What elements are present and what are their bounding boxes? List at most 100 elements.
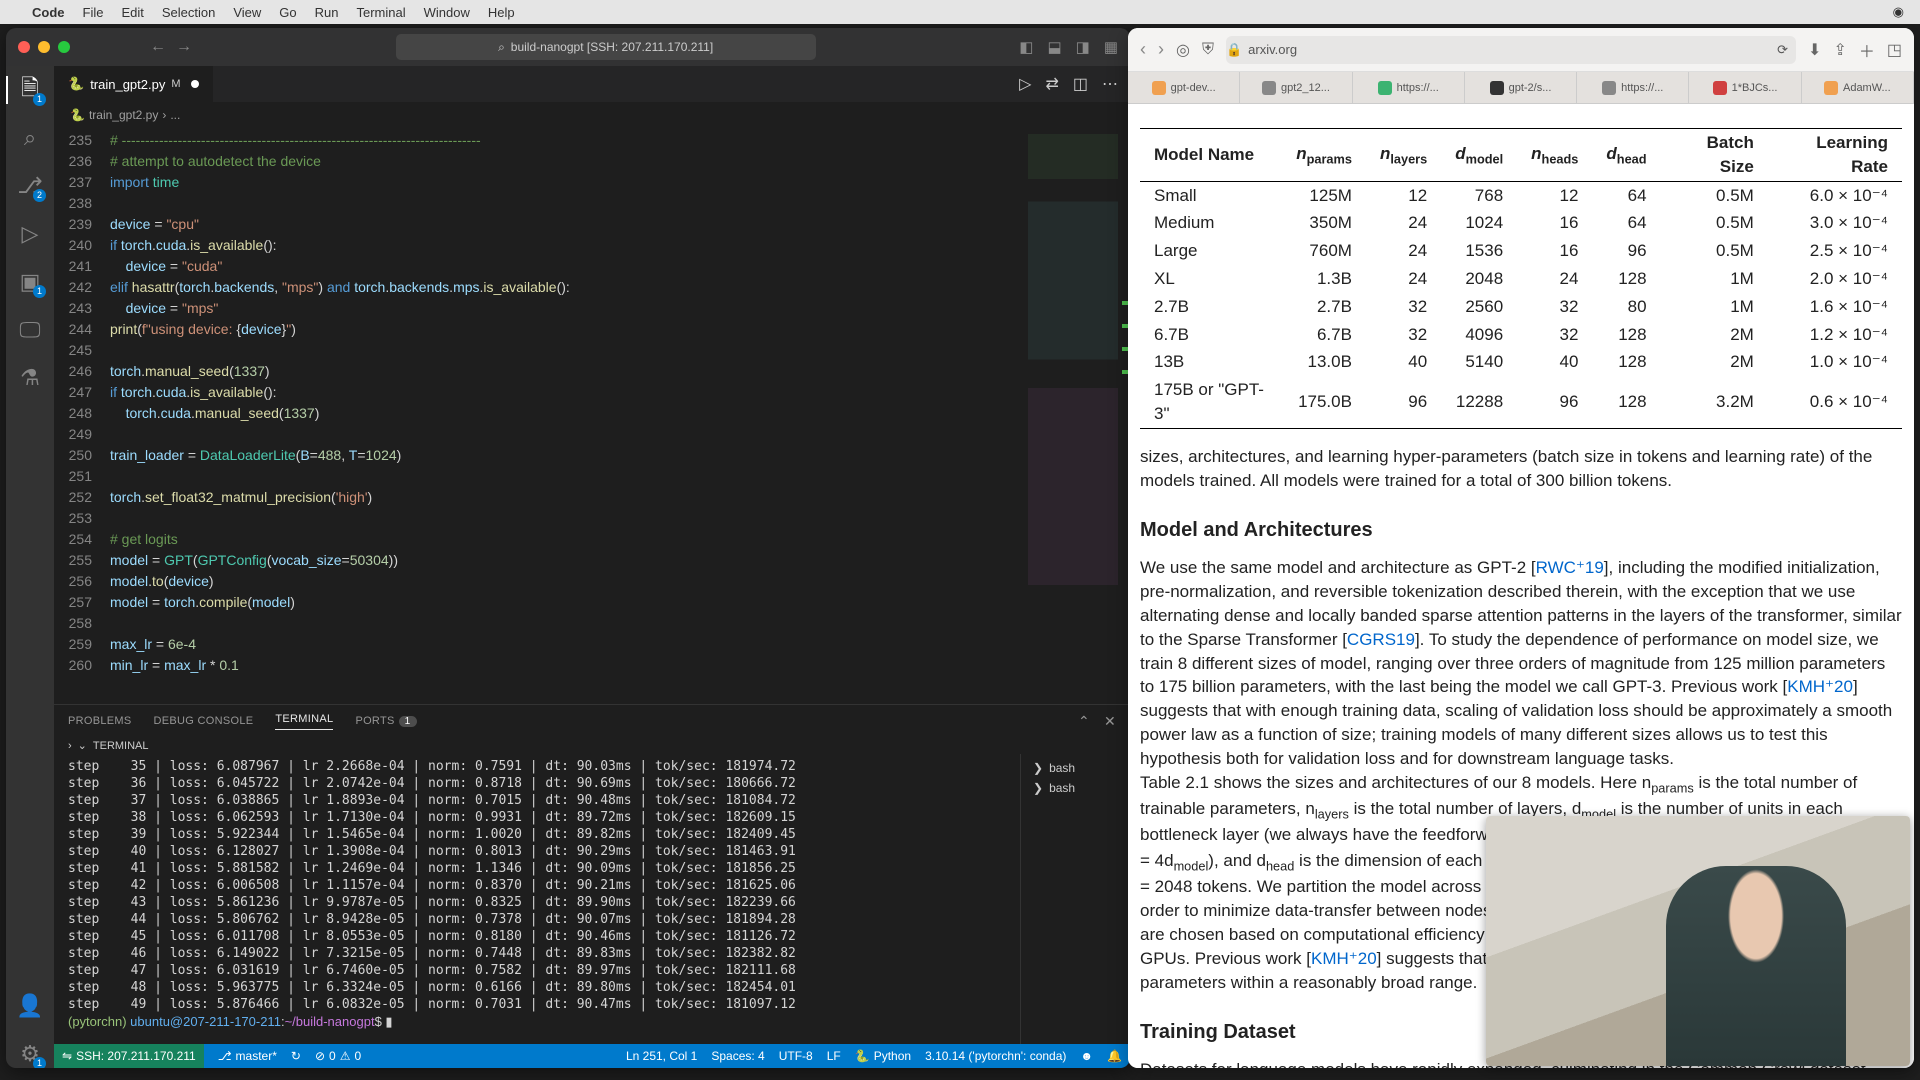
- remote-explorer-icon[interactable]: 🖵: [16, 316, 44, 344]
- split-compare-icon[interactable]: ⇄: [1045, 74, 1058, 94]
- window-minimize-button[interactable]: [38, 41, 50, 53]
- safari-tab[interactable]: https://...: [1577, 72, 1689, 103]
- split-editor-icon[interactable]: ◫: [1073, 74, 1088, 94]
- status-bell-icon[interactable]: 🔔: [1107, 1049, 1122, 1063]
- terminal-item-bash-1[interactable]: ❯bash: [1029, 758, 1122, 778]
- menu-selection[interactable]: Selection: [162, 5, 215, 20]
- settings-gear-icon[interactable]: ⚙1: [16, 1040, 44, 1068]
- safari-tab[interactable]: https://...: [1353, 72, 1465, 103]
- command-center[interactable]: ⌕ build-nanogpt [SSH: 207.211.170.211]: [396, 34, 816, 60]
- minimap[interactable]: [1020, 128, 1130, 704]
- safari-tab[interactable]: gpt-2/s...: [1465, 72, 1577, 103]
- nav-forward-icon[interactable]: →: [176, 38, 192, 56]
- safari-url-text: arxiv.org: [1248, 42, 1297, 57]
- search-icon: ⌕: [498, 40, 505, 55]
- status-sync[interactable]: ↻: [291, 1049, 301, 1063]
- status-branch[interactable]: ⎇ master*: [218, 1049, 277, 1063]
- chevron-down-icon: ⌄: [78, 739, 87, 752]
- terminal-icon: ❯: [1033, 781, 1043, 795]
- run-debug-icon[interactable]: ▷: [16, 220, 44, 248]
- tab-problems[interactable]: PROBLEMS: [68, 715, 132, 727]
- webcam-overlay: [1486, 816, 1910, 1066]
- accounts-icon[interactable]: 👤: [16, 992, 44, 1020]
- citation-cgrs19[interactable]: CGRS19: [1347, 630, 1415, 649]
- reload-icon[interactable]: ⟳: [1777, 42, 1788, 58]
- status-language[interactable]: 🐍 Python: [855, 1049, 911, 1063]
- safari-toolbar: ‹ › ◎ ⛨ 🔒 arxiv.org ⟳ ⬇ ⇪ ＋ ◳: [1128, 28, 1914, 72]
- terminal-icon: ❯: [1033, 761, 1043, 775]
- editor-tabs: 🐍 train_gpt2.py M ▷ ⇄ ◫ ⋯: [54, 66, 1130, 102]
- menu-run[interactable]: Run: [315, 5, 339, 20]
- safari-tab[interactable]: gpt2_12...: [1240, 72, 1352, 103]
- safari-privacy-icon[interactable]: ◎: [1176, 40, 1190, 60]
- status-problems[interactable]: ⊘ 0 ⚠ 0: [315, 1049, 361, 1063]
- status-encoding[interactable]: UTF-8: [779, 1049, 813, 1063]
- menu-go[interactable]: Go: [279, 5, 296, 20]
- terminal-output[interactable]: step 35 | loss: 6.087967 | lr 2.2668e-04…: [54, 754, 1020, 1044]
- status-feedback-icon[interactable]: ☻: [1080, 1049, 1093, 1063]
- panel-tabs: PROBLEMS DEBUG CONSOLE TERMINAL PORTS1 ⌃…: [54, 705, 1130, 737]
- layout-panel-left-icon[interactable]: ◧: [1019, 38, 1033, 56]
- safari-forward-icon[interactable]: ›: [1158, 39, 1164, 60]
- lock-icon: 🔒: [1226, 42, 1242, 58]
- panel-close-icon[interactable]: ✕: [1104, 713, 1116, 730]
- app-name[interactable]: Code: [32, 5, 65, 20]
- status-interpreter[interactable]: 3.10.14 ('pytorchn': conda): [925, 1049, 1066, 1063]
- terminal-header[interactable]: › ⌄ TERMINAL: [54, 737, 1130, 754]
- breadcrumb[interactable]: 🐍 train_gpt2.py › ...: [54, 102, 1130, 128]
- menu-edit[interactable]: Edit: [121, 5, 143, 20]
- safari-newtab-icon[interactable]: ＋: [1859, 38, 1875, 62]
- titlebar: ← → ⌕ build-nanogpt [SSH: 207.211.170.21…: [6, 28, 1130, 66]
- code-editor[interactable]: 2352362372382392402412422432442452462472…: [54, 128, 1130, 704]
- titlebar-nav: ← →: [150, 38, 192, 56]
- extensions-icon[interactable]: ▣1: [16, 268, 44, 296]
- tab-terminal[interactable]: TERMINAL: [275, 713, 333, 730]
- nav-back-icon[interactable]: ←: [150, 38, 166, 56]
- menu-terminal[interactable]: Terminal: [357, 5, 406, 20]
- vscode-window: ← → ⌕ build-nanogpt [SSH: 207.211.170.21…: [6, 28, 1130, 1068]
- menu-view[interactable]: View: [233, 5, 261, 20]
- breadcrumb-file: train_gpt2.py: [89, 108, 158, 122]
- status-cursor[interactable]: Ln 251, Col 1: [626, 1049, 697, 1063]
- safari-address-bar[interactable]: 🔒 arxiv.org ⟳: [1226, 36, 1796, 64]
- tab-dirty-icon: [191, 80, 199, 88]
- layout-panel-right-icon[interactable]: ◨: [1076, 38, 1090, 56]
- status-eol[interactable]: LF: [827, 1049, 841, 1063]
- safari-tab[interactable]: AdamW...: [1802, 72, 1914, 103]
- panel-maximize-icon[interactable]: ⌃: [1078, 713, 1090, 730]
- window-close-button[interactable]: [18, 41, 30, 53]
- safari-shield-icon[interactable]: ⛨: [1202, 41, 1214, 59]
- explorer-icon[interactable]: 🗎1: [16, 76, 44, 104]
- siri-icon[interactable]: ◉: [1893, 4, 1904, 20]
- terminal-item-bash-2[interactable]: ❯bash: [1029, 778, 1122, 798]
- citation-rwc19[interactable]: RWC⁺19: [1536, 558, 1604, 577]
- tab-debug-console[interactable]: DEBUG CONSOLE: [154, 715, 254, 727]
- run-python-icon[interactable]: ▷: [1019, 74, 1031, 94]
- layout-customize-icon[interactable]: ▦: [1104, 38, 1118, 56]
- more-actions-icon[interactable]: ⋯: [1102, 74, 1118, 94]
- tab-train-gpt2[interactable]: 🐍 train_gpt2.py M: [54, 66, 214, 102]
- status-remote[interactable]: ⇋ SSH: 207.211.170.211: [54, 1044, 204, 1068]
- code-content[interactable]: # --------------------------------------…: [110, 128, 1020, 704]
- menu-window[interactable]: Window: [424, 5, 470, 20]
- safari-download-icon[interactable]: ⬇: [1808, 40, 1821, 60]
- safari-back-icon[interactable]: ‹: [1140, 39, 1146, 60]
- table-caption: sizes, architectures, and learning hyper…: [1140, 445, 1902, 493]
- source-control-icon[interactable]: ⎇2: [16, 172, 44, 200]
- tab-ports[interactable]: PORTS1: [355, 715, 416, 727]
- citation-kmh20-2[interactable]: KMH⁺20: [1311, 949, 1377, 968]
- safari-tab[interactable]: gpt-dev...: [1128, 72, 1240, 103]
- safari-tabs-icon[interactable]: ◳: [1887, 40, 1902, 60]
- safari-share-icon[interactable]: ⇪: [1833, 40, 1846, 60]
- status-indent[interactable]: Spaces: 4: [711, 1049, 764, 1063]
- menu-help[interactable]: Help: [488, 5, 515, 20]
- window-maximize-button[interactable]: [58, 41, 70, 53]
- window-title: build-nanogpt [SSH: 207.211.170.211]: [511, 40, 713, 54]
- testing-icon[interactable]: ⚗: [16, 364, 44, 392]
- search-activity-icon[interactable]: ⌕: [16, 124, 44, 152]
- menu-file[interactable]: File: [83, 5, 104, 20]
- layout-panel-bottom-icon[interactable]: ⬓: [1047, 38, 1061, 56]
- safari-tab[interactable]: 1*BJCs...: [1689, 72, 1801, 103]
- citation-kmh20[interactable]: KMH⁺20: [1787, 677, 1853, 696]
- heading-architectures: Model and Architectures: [1140, 516, 1902, 544]
